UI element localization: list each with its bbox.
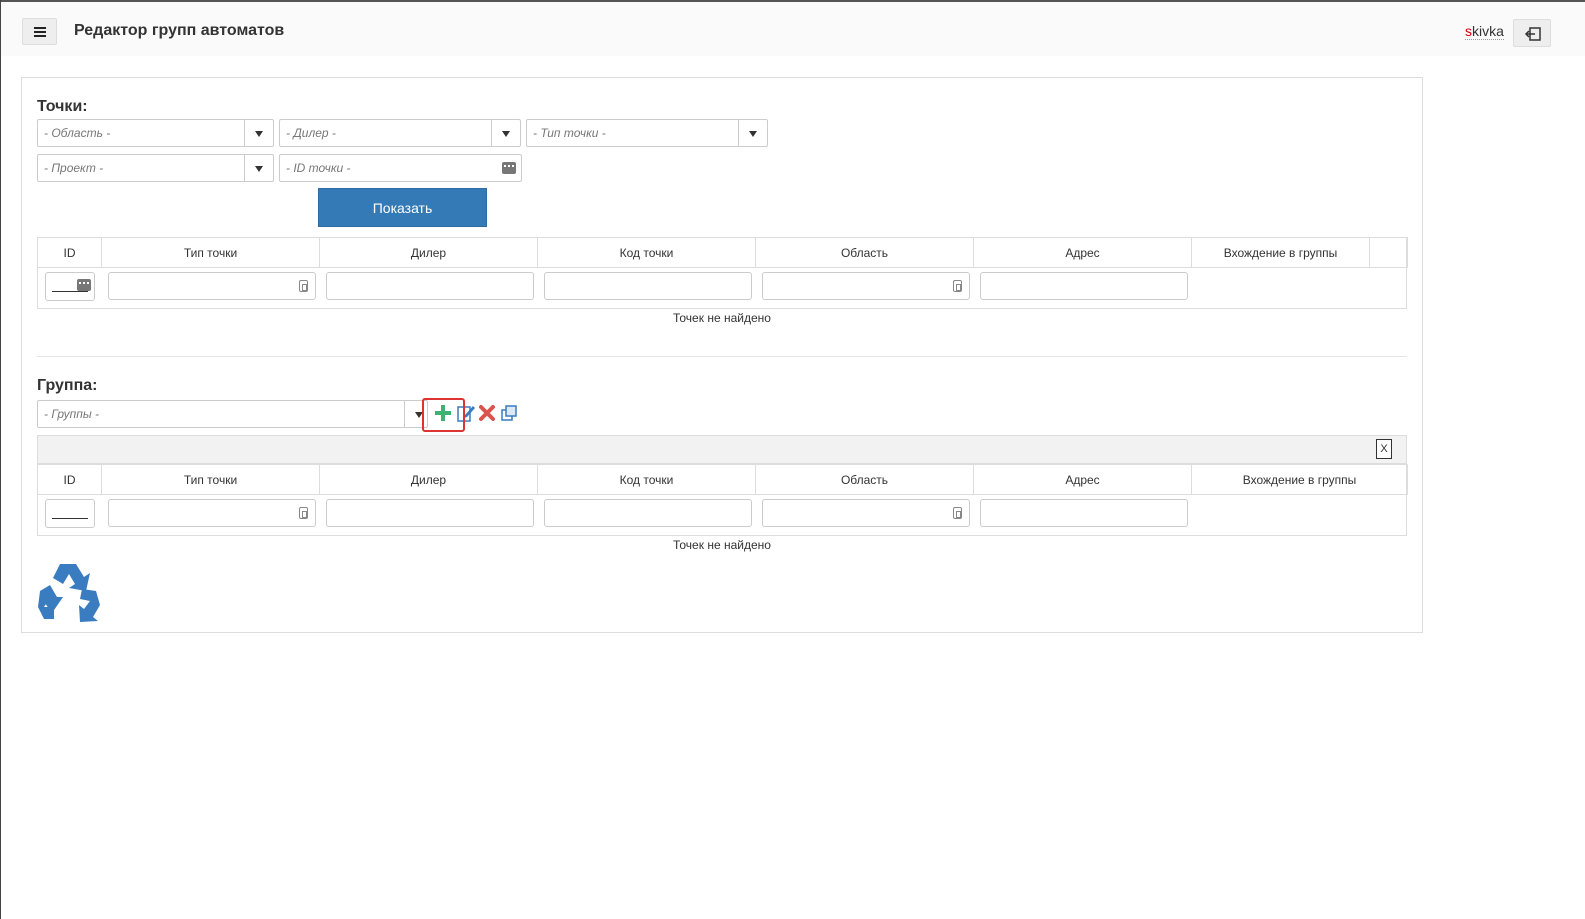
- group-empty-message: Точек не найдено: [673, 538, 771, 552]
- column-header-address[interactable]: Адрес: [973, 464, 1192, 495]
- column-header-type[interactable]: Тип точки: [101, 464, 320, 495]
- column-header-extra: [1369, 237, 1408, 268]
- column-header-id[interactable]: ID: [37, 464, 102, 495]
- points-empty-message: Точек не найдено: [673, 311, 771, 325]
- menu-icon: [33, 26, 46, 37]
- chevron-down-icon: [491, 120, 520, 146]
- id-filter-input[interactable]: [44, 499, 95, 528]
- points-table: ID Тип точки Дилер Код точки Область Адр…: [37, 237, 1408, 308]
- filter-row: [37, 494, 1408, 535]
- dropdown-icon: [952, 507, 962, 519]
- column-header-dealer[interactable]: Дилер: [319, 464, 538, 495]
- project-select[interactable]: - Проект -: [37, 154, 274, 182]
- type-filter-input[interactable]: [107, 499, 316, 527]
- column-header-id[interactable]: ID: [37, 237, 102, 268]
- table-header-row: ID Тип точки Дилер Код точки Область Адр…: [37, 464, 1408, 495]
- top-bar: Редактор групп автоматов skivka: [1, 2, 1585, 56]
- recycle-icon[interactable]: [36, 561, 102, 623]
- show-button[interactable]: Показать: [318, 188, 487, 227]
- group-table: ID Тип точки Дилер Код точки Область Адр…: [37, 464, 1408, 535]
- group-table-toolbar: X: [37, 435, 1407, 464]
- code-filter-input[interactable]: [543, 499, 752, 527]
- column-header-groups[interactable]: Вхождение в группы: [1191, 464, 1408, 495]
- point-type-select[interactable]: - Тип точки -: [526, 119, 768, 147]
- dealer-filter-input[interactable]: [325, 499, 534, 527]
- column-header-code[interactable]: Код точки: [537, 464, 756, 495]
- id-filter-input[interactable]: [44, 272, 95, 301]
- chevron-down-icon: [244, 120, 273, 146]
- hamburger-menu-button[interactable]: [22, 18, 57, 45]
- keyboard-icon: [76, 279, 91, 291]
- dropdown-icon: [952, 280, 962, 292]
- excel-icon[interactable]: X: [1376, 439, 1392, 459]
- table-header-row: ID Тип точки Дилер Код точки Область Адр…: [37, 237, 1408, 268]
- region-filter-input[interactable]: [761, 499, 970, 527]
- copy-icon[interactable]: [500, 404, 518, 422]
- group-section-title: Группа:: [37, 377, 98, 394]
- column-header-dealer[interactable]: Дилер: [319, 237, 538, 268]
- user-name-link[interactable]: skivka: [1465, 23, 1504, 40]
- column-header-region[interactable]: Область: [755, 464, 974, 495]
- column-header-code[interactable]: Код точки: [537, 237, 756, 268]
- keyboard-icon: [502, 162, 516, 174]
- logout-icon: [1524, 27, 1541, 41]
- dropdown-icon: [298, 507, 308, 519]
- logout-button[interactable]: [1513, 19, 1551, 47]
- column-header-region[interactable]: Область: [755, 237, 974, 268]
- delete-icon[interactable]: [478, 404, 496, 422]
- dealer-select[interactable]: - Дилер -: [279, 119, 521, 147]
- group-select[interactable]: - Группы -: [37, 400, 428, 428]
- address-filter-input[interactable]: [979, 272, 1188, 300]
- point-id-input[interactable]: - ID точки -: [279, 154, 522, 182]
- column-header-type[interactable]: Тип точки: [101, 237, 320, 268]
- dropdown-icon: [298, 280, 308, 292]
- points-section-title: Точки:: [37, 98, 88, 115]
- page-title: Редактор групп автоматов: [74, 22, 285, 39]
- column-header-address[interactable]: Адрес: [973, 237, 1192, 268]
- column-header-groups[interactable]: Вхождение в группы: [1191, 237, 1370, 268]
- filter-row: [37, 267, 1408, 308]
- divider: [37, 356, 1407, 357]
- region-select[interactable]: - Область -: [37, 119, 274, 147]
- chevron-down-icon: [738, 120, 767, 146]
- code-filter-input[interactable]: [543, 272, 752, 300]
- chevron-down-icon: [244, 155, 273, 181]
- dealer-filter-input[interactable]: [325, 272, 534, 300]
- region-filter-input[interactable]: [761, 272, 970, 300]
- address-filter-input[interactable]: [979, 499, 1188, 527]
- type-filter-input[interactable]: [107, 272, 316, 300]
- add-button-highlight: [422, 398, 465, 432]
